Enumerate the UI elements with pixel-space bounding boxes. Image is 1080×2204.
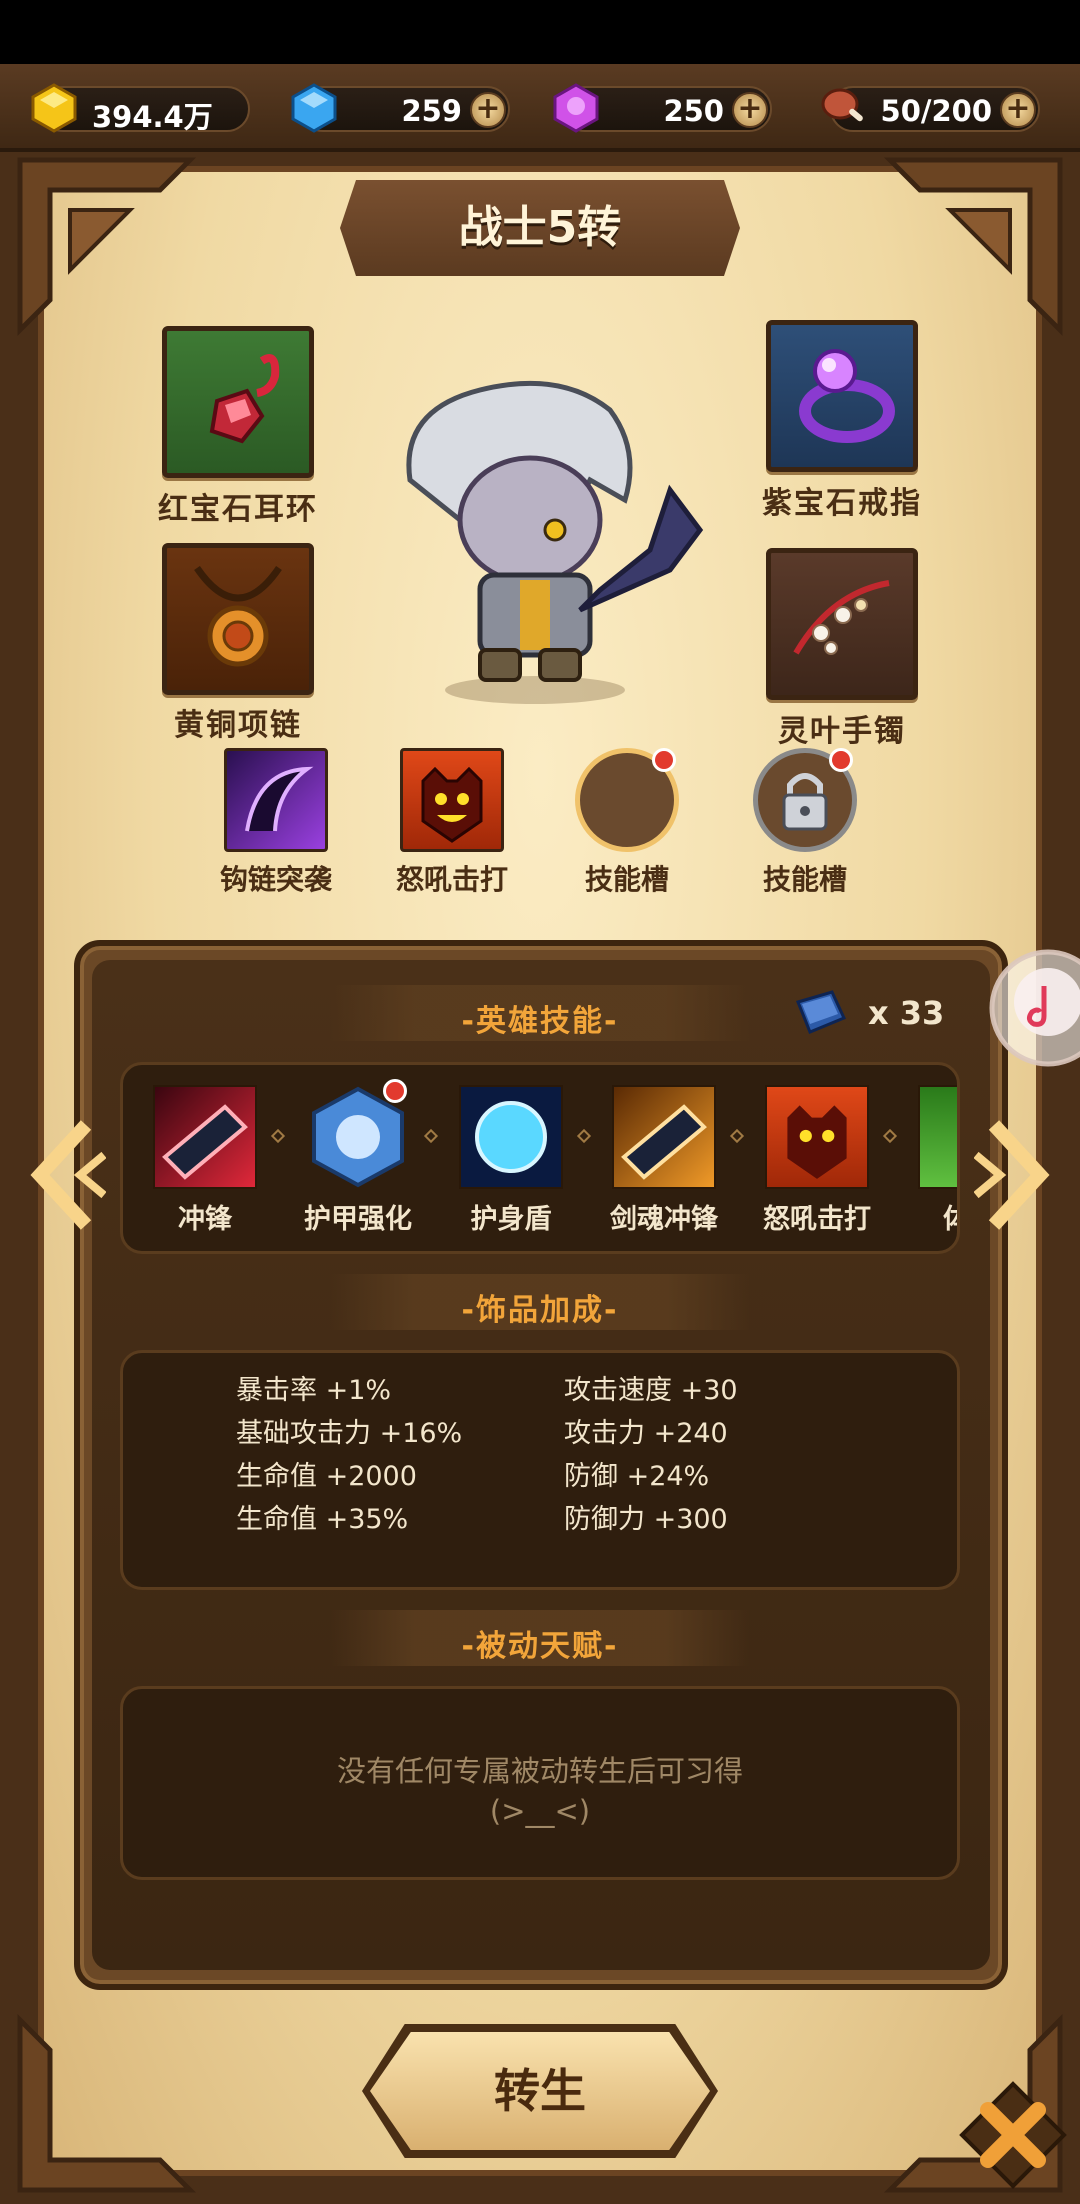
page-title: 战士5转 [458, 202, 622, 253]
skill-slot-3-label: 技能槽 [584, 863, 669, 896]
add-crystal-button[interactable]: + [732, 92, 768, 128]
diamond-counter: 259 + [291, 83, 510, 133]
meat-icon [821, 88, 863, 122]
warrior-hero-avatar[interactable] [370, 370, 720, 710]
skill-separator [882, 1128, 898, 1144]
skill-slot-4-label: 技能槽 [762, 863, 847, 896]
bonus-attack-speed: 攻击速度 +30 [564, 1375, 738, 1406]
ring-slot[interactable] [766, 320, 918, 472]
skill-separator [576, 1128, 592, 1144]
skill-slot-3-notification-badge [652, 748, 676, 772]
stamina-counter: 50/200 + [821, 86, 1040, 132]
scroll-right-arrow[interactable] [974, 1115, 1054, 1235]
skill-separator [729, 1128, 745, 1144]
earring-label: 红宝石耳环 [158, 492, 318, 527]
skill-roar-strike-label: 怒吼击打 [763, 1204, 871, 1235]
add-diamond-button[interactable]: + [470, 92, 506, 128]
gold-gem-icon [31, 83, 77, 133]
corner-ornament-top-left [17, 157, 197, 337]
amethyst-ring-icon [799, 349, 895, 443]
energy-shield-icon [475, 1101, 547, 1173]
soul-slash-icon [621, 1104, 707, 1180]
crystal-counter: 250 + [553, 83, 772, 133]
bracelet-label: 灵叶手镯 [778, 714, 906, 749]
skill-armor-up-label: 护甲强化 [304, 1204, 412, 1235]
gold-counter: 394.4万 [31, 83, 250, 134]
passive-emoticon: (>__<) [489, 1794, 591, 1828]
stamina-value: 50/200 [880, 94, 992, 128]
passive-title: -被动天赋- [461, 1629, 619, 1664]
skill-separator [423, 1128, 439, 1144]
skill-constitution-label: 体质 [895, 1197, 957, 1236]
skill-slot-2[interactable] [400, 748, 504, 852]
skill-charge-label: 冲锋 [178, 1204, 232, 1235]
rebirth-button-label: 转生 [494, 2064, 586, 2118]
skill-slot-2-label: 怒吼击打 [395, 863, 508, 896]
passive-empty-message: 没有任何专属被动转生后可习得 [336, 1754, 743, 1788]
skill-body-shield-label: 护身盾 [470, 1204, 552, 1235]
skill-book-icon [795, 990, 847, 1034]
skill-soul-charge[interactable] [612, 1085, 716, 1189]
bonus-crit-rate: 暴击率 +1% [236, 1375, 392, 1406]
diamond-value: 259 [401, 94, 462, 128]
spirit-leaf-bracelet-icon [793, 580, 890, 655]
corner-ornament-bottom-left [17, 2013, 197, 2193]
hero-skills-title: -英雄技能- [461, 1004, 619, 1039]
bonus-defense-percent: 防御 +24% [564, 1461, 710, 1492]
skill-book-count: x 33 [868, 994, 945, 1032]
system-status-bar [0, 0, 1080, 64]
bonus-hp-percent: 生命值 +35% [236, 1504, 409, 1535]
corner-ornament-top-right [883, 157, 1063, 337]
add-stamina-button[interactable]: + [1000, 92, 1036, 128]
necklace-slot[interactable] [162, 543, 314, 695]
bonus-base-attack: 基础攻击力 +16% [236, 1418, 463, 1449]
resource-bar: 394.4万 259 + 250 + 50/200 + [0, 64, 1080, 152]
skill-roar-strike[interactable] [765, 1085, 869, 1189]
chain-hook-icon [245, 766, 314, 832]
scroll-left-arrow[interactable] [26, 1115, 106, 1235]
bonus-defense-flat: 防御力 +300 [564, 1504, 728, 1535]
ring-label: 紫宝石戒指 [762, 486, 922, 521]
brass-necklace-icon [194, 566, 282, 667]
bonus-hp-flat: 生命值 +2000 [236, 1461, 417, 1492]
ruby-earring-icon [209, 354, 280, 444]
bonus-title: -饰品加成- [461, 1293, 619, 1328]
gold-value: 394.4万 [92, 100, 213, 134]
crystal-value: 250 [663, 94, 724, 128]
close-icon[interactable] [958, 2080, 1068, 2190]
skill-charge[interactable] [153, 1085, 257, 1189]
skill-body-shield[interactable] [459, 1085, 563, 1189]
roaring-demon-icon [787, 1105, 847, 1179]
skill-soul-charge-label: 剑魂冲锋 [610, 1204, 718, 1235]
charge-slash-icon [162, 1104, 248, 1180]
bracelet-slot[interactable] [766, 548, 918, 700]
blue-diamond-icon [291, 83, 337, 133]
necklace-label: 黄铜项链 [174, 708, 302, 743]
skill-slot-4-notification-badge [829, 748, 853, 772]
skill-slot-1[interactable] [224, 748, 328, 852]
skill-armor-up-badge [383, 1079, 407, 1103]
skill-separator [270, 1128, 286, 1144]
bonus-attack: 攻击力 +240 [564, 1418, 728, 1449]
roaring-demon-icon [421, 766, 483, 843]
earring-slot[interactable] [162, 326, 314, 478]
skill-constitution[interactable] [918, 1085, 957, 1189]
purple-crystal-icon [553, 83, 599, 133]
hero-skills-list: 冲锋 护甲强化 护身盾 剑魂冲锋 怒吼击打 体质 [120, 1062, 960, 1254]
floating-video-widget[interactable] [988, 946, 1080, 1076]
skill-slot-1-label: 钩链突袭 [219, 863, 332, 896]
